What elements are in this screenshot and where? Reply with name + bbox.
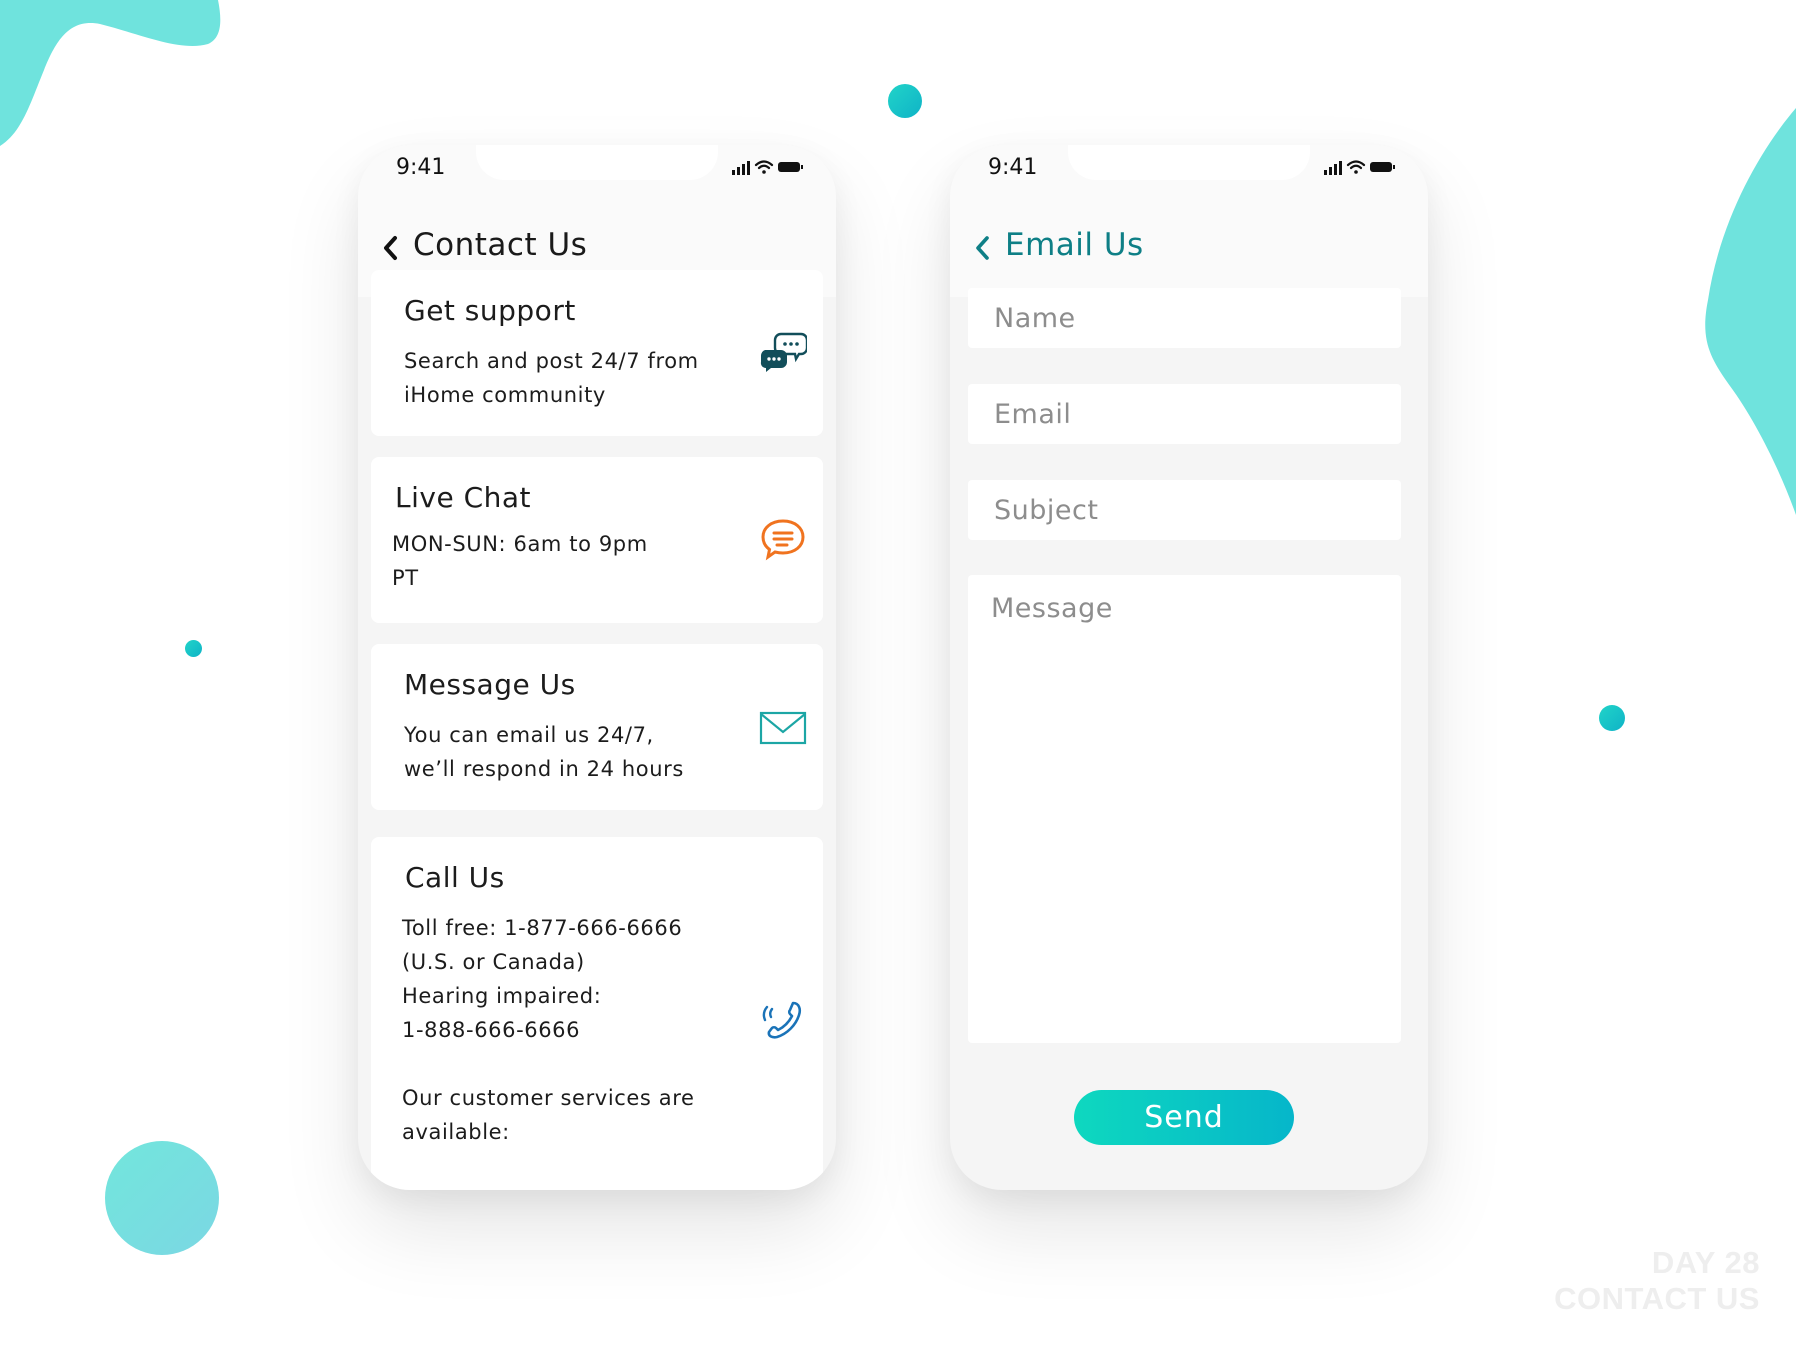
chat-bubbles-icon — [760, 332, 807, 372]
status-bar: 9:41 — [950, 145, 1428, 205]
top-left-blob — [0, 0, 221, 146]
card-description: Search and post 24/7 from iHome communit… — [404, 349, 699, 407]
watermark: DAY 28 CONTACT US — [1554, 1245, 1760, 1317]
name-field[interactable] — [968, 288, 1401, 348]
right-edge-blob — [1705, 108, 1796, 515]
status-bar: 9:41 — [358, 145, 836, 205]
message-field[interactable] — [968, 575, 1401, 1043]
card-title: Call Us — [405, 861, 505, 894]
phone-icon — [762, 1001, 802, 1039]
send-button[interactable]: Send — [1074, 1090, 1294, 1145]
decor-dot-top — [888, 84, 922, 118]
live-chat-card[interactable]: Live Chat MON-SUN: 6am to 9pm PT — [371, 457, 823, 623]
page-title: Email Us — [1005, 227, 1144, 263]
call-us-card[interactable]: Call Us Toll free: 1-877-666-6666 (U.S. … — [371, 837, 823, 1190]
wifi-icon — [754, 160, 774, 174]
card-description: You can email us 24/7, we’ll respond in … — [404, 723, 684, 781]
watermark-line-1: DAY 28 — [1651, 1245, 1760, 1280]
card-description: MON-SUN: 6am to 9pm PT — [392, 532, 648, 590]
decor-dot-right — [1599, 705, 1625, 731]
battery-icon — [1370, 162, 1395, 172]
email-field[interactable] — [968, 384, 1401, 444]
status-time: 9:41 — [988, 155, 1038, 180]
card-title: Live Chat — [395, 481, 532, 514]
cellular-signal-icon — [732, 161, 750, 175]
device-notch — [476, 145, 718, 180]
decor-circle-bottom-left — [105, 1141, 219, 1255]
battery-icon — [778, 162, 803, 172]
get-support-card[interactable]: Get support Search and post 24/7 from iH… — [371, 270, 823, 436]
decor-dot-left — [185, 640, 202, 657]
message-us-card[interactable]: Message Us You can email us 24/7, we’ll … — [371, 644, 823, 810]
cellular-signal-icon — [1324, 161, 1342, 175]
wifi-icon — [1346, 160, 1366, 174]
chevron-left-icon[interactable] — [380, 233, 400, 263]
status-icons — [732, 160, 803, 175]
watermark-line-2: CONTACT US — [1554, 1281, 1760, 1316]
device-notch — [1068, 145, 1310, 180]
envelope-icon — [759, 711, 807, 745]
card-title: Message Us — [404, 668, 576, 701]
email-us-screen: 9:41 Email Us Send — [950, 145, 1428, 1190]
page-title: Contact Us — [413, 227, 588, 263]
chevron-left-icon[interactable] — [972, 233, 992, 263]
card-description: Toll free: 1-877-666-6666 (U.S. or Canad… — [402, 916, 695, 1144]
chat-bubble-icon — [761, 519, 805, 561]
status-icons — [1324, 160, 1395, 175]
status-time: 9:41 — [396, 155, 446, 180]
nav-bar: Email Us — [950, 205, 1428, 297]
subject-field[interactable] — [968, 480, 1401, 540]
card-title: Get support — [404, 294, 576, 327]
contact-us-screen: 9:41 Contact Us Get support Search and p… — [358, 145, 836, 1190]
